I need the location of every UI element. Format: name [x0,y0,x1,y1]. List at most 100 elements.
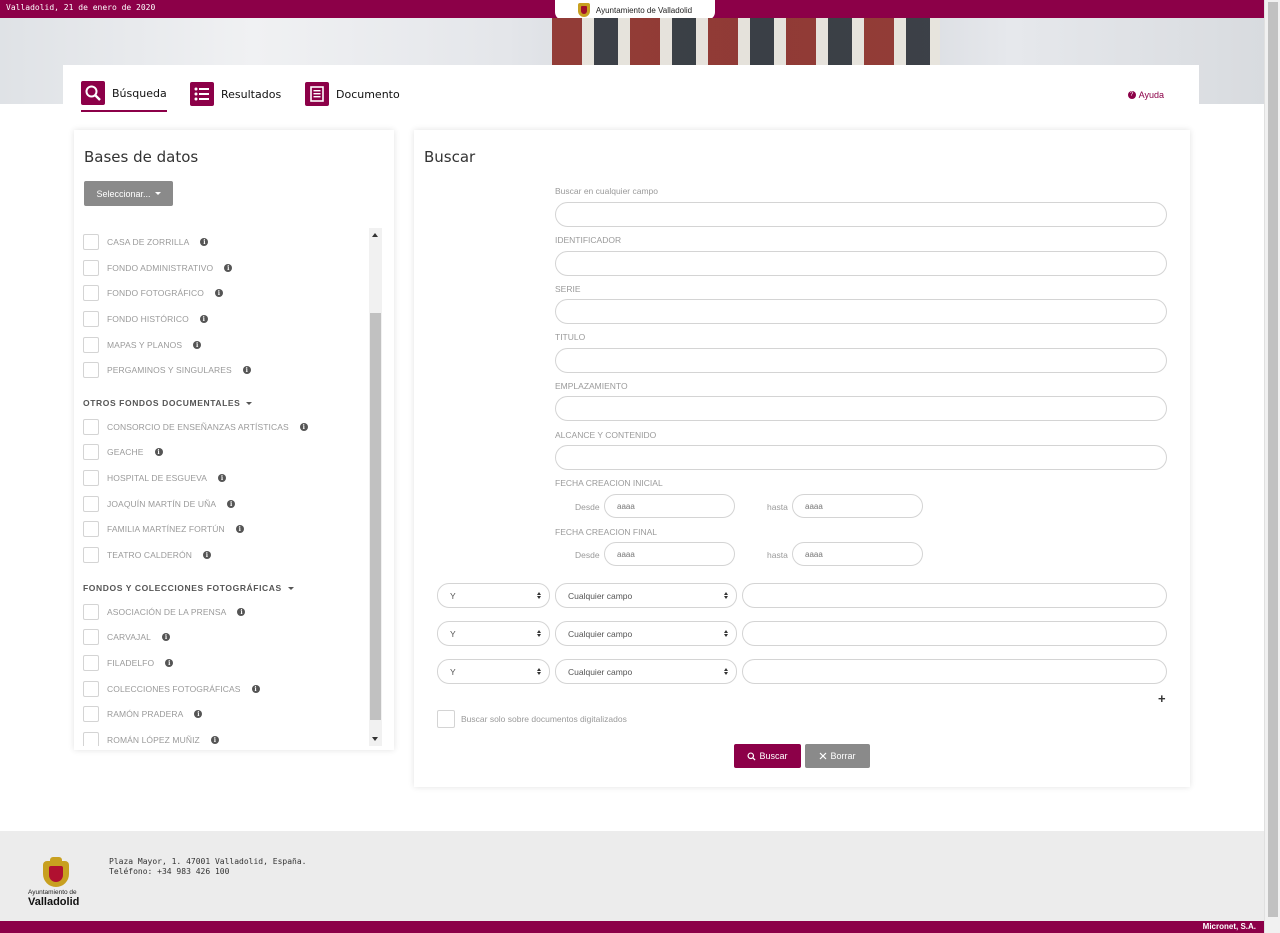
search-button[interactable]: Buscar [734,744,801,768]
checkbox[interactable] [83,547,99,563]
checkbox[interactable] [83,337,99,353]
list-item[interactable]: CARVAJAL i [83,628,170,646]
list-item[interactable]: FAMILIA MARTÍNEZ FORTÚN i [83,520,244,538]
group-header-fondos-fotograficos[interactable]: FONDOS Y COLECCIONES FOTOGRÁFICAS [83,583,294,593]
info-icon[interactable]: i [242,366,251,374]
bottom-bar: Micronet, S.A. [0,921,1264,933]
emplazamiento-input[interactable] [555,396,1167,421]
info-icon[interactable]: i [202,551,211,559]
checkbox[interactable] [83,470,99,486]
info-icon[interactable]: i [235,525,244,533]
list-item[interactable]: ROMÁN LÓPEZ MUÑIZ i [83,731,219,746]
checkbox[interactable] [83,496,99,512]
checkbox[interactable] [83,260,99,276]
checkbox[interactable] [83,362,99,378]
list-item[interactable]: FILADELFO i [83,654,174,672]
info-icon[interactable]: i [154,448,163,456]
checkbox[interactable] [83,706,99,722]
field-select[interactable]: Cualquier campo [555,621,737,646]
alcance-input[interactable] [555,445,1167,470]
list-item[interactable]: CASA DE ZORRILLA i [83,233,209,251]
info-icon[interactable]: i [200,238,209,246]
list-item[interactable]: FONDO HISTÓRICO i [83,310,208,328]
titulo-input[interactable] [555,348,1167,373]
list-item[interactable]: FONDO ADMINISTRATIVO i [83,259,233,277]
info-icon[interactable]: i [194,710,203,718]
page-scrollbar[interactable] [1264,0,1280,933]
info-icon[interactable]: i [161,633,170,641]
info-icon[interactable]: i [237,608,246,616]
tab-busqueda[interactable]: Búsqueda [81,76,167,112]
site-title-tab[interactable]: Ayuntamiento de Valladolid [555,0,715,20]
list-item[interactable]: TEATRO CALDERÓN i [83,546,211,564]
footer: Ayuntamiento de Valladolid Plaza Mayor, … [0,831,1264,921]
info-icon[interactable]: i [227,500,236,508]
scroll-up-arrow-icon[interactable] [372,233,378,237]
add-criteria-button[interactable]: + [1158,691,1166,706]
info-icon[interactable]: i [193,341,202,349]
field-select[interactable]: Cualquier campo [555,583,737,608]
criteria-value-input[interactable] [742,659,1167,684]
info-icon[interactable]: i [224,264,233,272]
select-dropdown-button[interactable]: Seleccionar... [84,181,173,206]
field-select[interactable]: Cualquier campo [555,659,737,684]
checkbox[interactable] [83,629,99,645]
criteria-value-input[interactable] [742,583,1167,608]
digitized-only-option[interactable]: Buscar solo sobre documentos digitalizad… [437,710,627,728]
checkbox[interactable] [83,655,99,671]
database-label: CARVAJAL [107,632,151,642]
info-icon[interactable]: i [251,685,260,693]
checkbox[interactable] [83,604,99,620]
info-icon[interactable]: i [165,659,174,667]
list-item[interactable]: GEACHE i [83,443,163,461]
list-item[interactable]: ASOCIACIÓN DE LA PRENSA i [83,603,246,621]
list-item[interactable]: JOAQUÍN MARTÍN DE UÑA i [83,495,236,513]
info-icon[interactable]: i [299,423,308,431]
scrollbar-thumb[interactable] [370,313,381,720]
developer-credit[interactable]: Micronet, S.A. [1203,922,1256,931]
database-list-scrollbar[interactable] [369,228,382,746]
any-field-input[interactable] [555,202,1167,227]
list-item[interactable]: CONSORCIO DE ENSEÑANZAS ARTÍSTICAS i [83,418,308,436]
checkbox[interactable] [83,521,99,537]
info-icon[interactable]: i [214,289,223,297]
tab-label: Documento [336,87,400,101]
criteria-value-input[interactable] [742,621,1167,646]
checkbox[interactable] [83,681,99,697]
fecha-final-hasta-input[interactable]: aaaa [792,542,923,566]
operator-select[interactable]: Y [437,659,550,684]
list-item[interactable]: FONDO FOTOGRÁFICO i [83,284,223,302]
database-label: MAPAS Y PLANOS [107,340,183,350]
list-item[interactable]: RAMÓN PRADERA i [83,705,203,723]
select-arrows-icon [724,630,729,637]
checkbox[interactable] [83,419,99,435]
checkbox[interactable] [83,311,99,327]
checkbox[interactable] [83,444,99,460]
fecha-inicial-desde-input[interactable]: aaaa [604,494,735,518]
list-icon [190,82,214,106]
help-link[interactable]: ? Ayuda [1127,90,1164,100]
checkbox[interactable] [83,732,99,746]
list-item[interactable]: HOSPITAL DE ESGUEVA i [83,469,226,487]
serie-input[interactable] [555,299,1167,324]
scroll-down-arrow-icon[interactable] [372,737,378,741]
checkbox[interactable] [437,710,455,728]
identificador-input[interactable] [555,251,1167,276]
list-item[interactable]: COLECCIONES FOTOGRÁFICAS i [83,680,260,698]
group-header-otros-fondos[interactable]: OTROS FONDOS DOCUMENTALES [83,398,253,408]
info-icon[interactable]: i [210,736,219,744]
tab-resultados[interactable]: Resultados [190,76,281,112]
operator-select[interactable]: Y [437,621,550,646]
fecha-final-desde-input[interactable]: aaaa [604,542,735,566]
scrollbar-thumb[interactable] [1268,2,1278,917]
tab-documento[interactable]: Documento [305,76,400,112]
info-icon[interactable]: i [218,474,226,482]
fecha-inicial-hasta-input[interactable]: aaaa [792,494,923,518]
checkbox[interactable] [83,285,99,301]
list-item[interactable]: MAPAS Y PLANOS i [83,336,202,354]
list-item[interactable]: PERGAMINOS Y SINGULARES i [83,361,251,379]
info-icon[interactable]: i [199,315,208,323]
operator-select[interactable]: Y [437,583,550,608]
checkbox[interactable] [83,234,99,250]
clear-button[interactable]: Borrar [805,744,870,768]
